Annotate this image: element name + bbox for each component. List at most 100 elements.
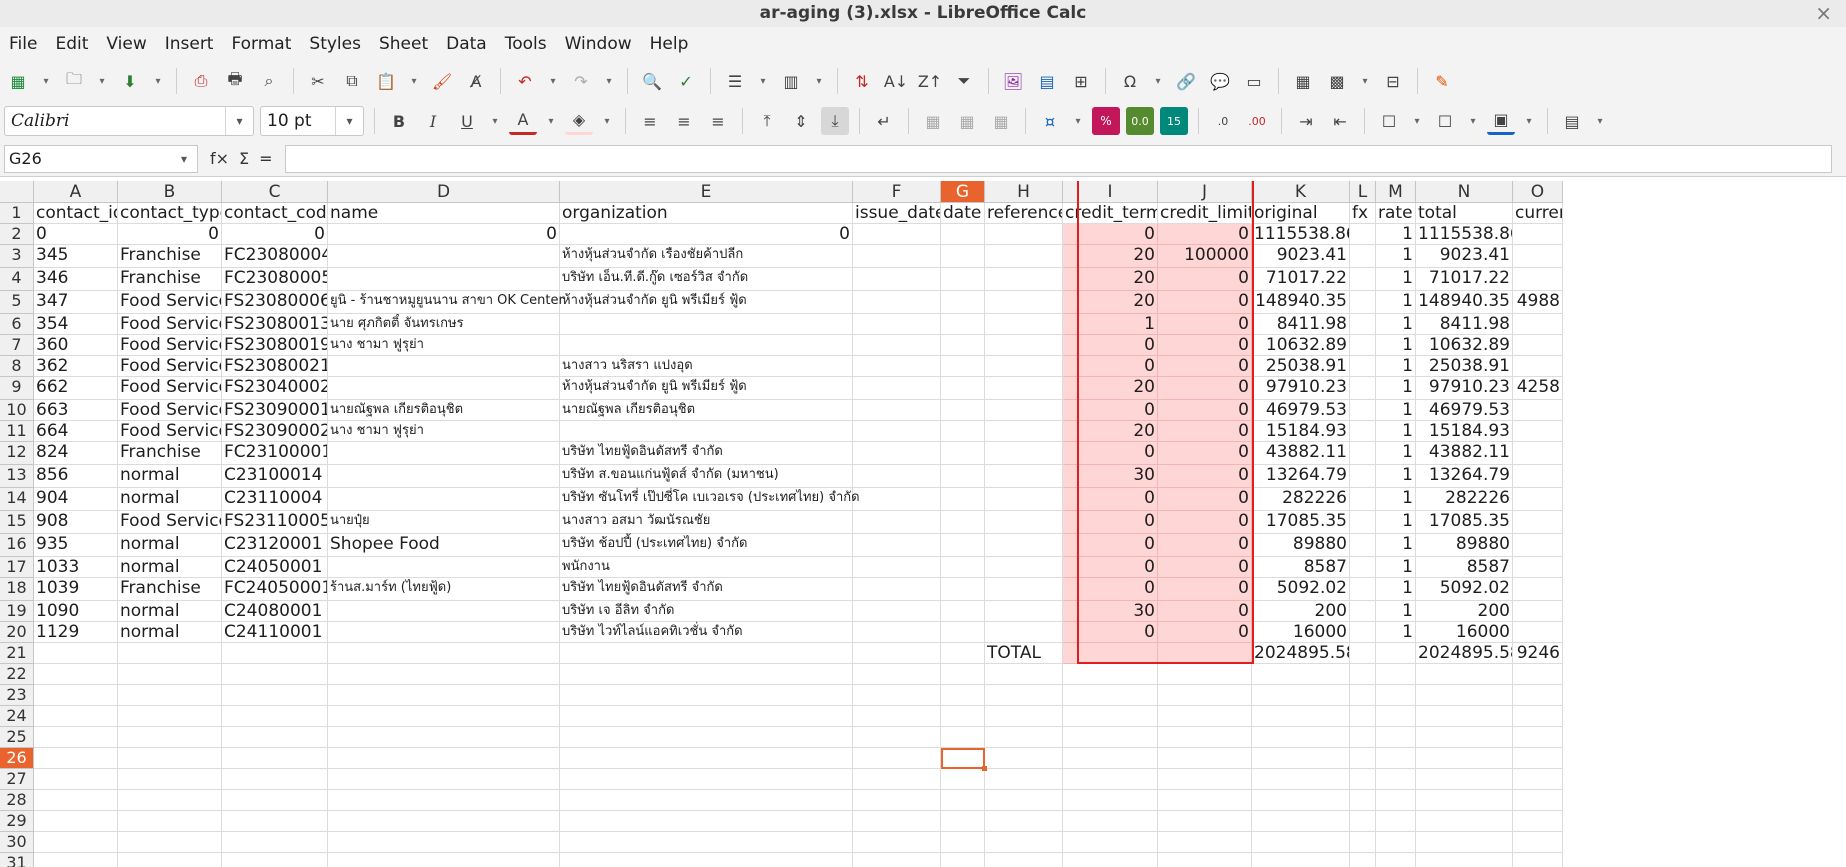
row-header[interactable]: 13 [0, 465, 34, 488]
cell-g25[interactable] [941, 727, 985, 748]
cell-c1[interactable]: contact_code [222, 203, 328, 224]
menu-edit[interactable]: Edit [46, 34, 97, 54]
cell-j4[interactable]: 0 [1158, 268, 1252, 291]
cell-n24[interactable] [1416, 706, 1513, 727]
cell-o23[interactable] [1513, 685, 1563, 706]
cell-d6[interactable]: นาย ศุภกิตติ์ จันทรเกษร [328, 314, 560, 335]
cell-o22[interactable] [1513, 664, 1563, 685]
new-document-icon[interactable]: ▦ [4, 67, 32, 95]
cell-h19[interactable] [985, 601, 1063, 622]
cell-h22[interactable] [985, 664, 1063, 685]
cell-f7[interactable] [853, 335, 941, 356]
cell-l31[interactable] [1350, 853, 1376, 867]
cell-l24[interactable] [1350, 706, 1376, 727]
column-dropdown-icon[interactable]: ▾ [811, 67, 827, 95]
paste-dropdown-icon[interactable]: ▾ [406, 67, 422, 95]
cell-m7[interactable]: 1 [1376, 335, 1416, 356]
cell-i16[interactable]: 0 [1063, 534, 1158, 557]
cell-c21[interactable] [222, 643, 328, 664]
cell-a30[interactable] [34, 832, 118, 853]
cell-i7[interactable]: 0 [1063, 335, 1158, 356]
row-header[interactable]: 8 [0, 356, 34, 377]
column-header-o[interactable]: O [1513, 181, 1563, 202]
cell-l21[interactable] [1350, 643, 1376, 664]
row-header[interactable]: 24 [0, 706, 34, 727]
row-header[interactable]: 5 [0, 291, 34, 314]
cell-l4[interactable] [1350, 268, 1376, 291]
cell-n31[interactable] [1416, 853, 1513, 867]
cell-l13[interactable] [1350, 465, 1376, 488]
font-name-combo[interactable]: Calibri ▾ [4, 106, 254, 136]
cell-e19[interactable]: บริษัท เจ อีลิท จำกัด [560, 601, 853, 622]
cell-i30[interactable] [1063, 832, 1158, 853]
cell-i13[interactable]: 30 [1063, 465, 1158, 488]
export-pdf-icon[interactable]: ⎙ [187, 67, 215, 95]
date-format-icon[interactable]: 15 [1160, 107, 1188, 135]
cell-d16[interactable]: Shopee Food [328, 534, 560, 557]
cell-b7[interactable]: Food Service [118, 335, 222, 356]
cell-c18[interactable]: FC24050001 [222, 578, 328, 601]
cell-f26[interactable] [853, 748, 941, 769]
cell-i29[interactable] [1063, 811, 1158, 832]
chevron-down-icon[interactable]: ▾ [171, 152, 197, 166]
cell-o15[interactable] [1513, 511, 1563, 534]
cell-e28[interactable] [560, 790, 853, 811]
cell-o27[interactable] [1513, 769, 1563, 790]
cell-g20[interactable] [941, 622, 985, 643]
cell-j14[interactable]: 0 [1158, 488, 1252, 511]
cell-e11[interactable] [560, 421, 853, 442]
cell-o28[interactable] [1513, 790, 1563, 811]
cell-l22[interactable] [1350, 664, 1376, 685]
cell-i19[interactable]: 30 [1063, 601, 1158, 622]
cell-n6[interactable]: 8411.98 [1416, 314, 1513, 335]
font-color-dropdown-icon[interactable]: ▾ [543, 107, 559, 135]
row-header[interactable]: 18 [0, 578, 34, 601]
cell-a7[interactable]: 360 [34, 335, 118, 356]
cell-c12[interactable]: FC23100001 [222, 442, 328, 465]
cell-o7[interactable] [1513, 335, 1563, 356]
cell-m3[interactable]: 1 [1376, 245, 1416, 268]
cell-l25[interactable] [1350, 727, 1376, 748]
cell-k21[interactable]: 2024895.58 [1252, 643, 1350, 664]
row-header[interactable]: 2 [0, 224, 34, 245]
bold-icon[interactable]: B [385, 107, 413, 135]
cell-h23[interactable] [985, 685, 1063, 706]
cell-d9[interactable] [328, 377, 560, 400]
cell-o6[interactable] [1513, 314, 1563, 335]
cell-c5[interactable]: FS23080006 [222, 291, 328, 314]
cell-j11[interactable]: 0 [1158, 421, 1252, 442]
cell-l12[interactable] [1350, 442, 1376, 465]
cell-k26[interactable] [1252, 748, 1350, 769]
cell-e10[interactable]: นายณัฐพล เกียรติอนุชิต [560, 400, 853, 421]
cell-n21[interactable]: 2024895.58 [1416, 643, 1513, 664]
cell-h30[interactable] [985, 832, 1063, 853]
cell-e17[interactable]: พนักงาน [560, 557, 853, 578]
cell-j17[interactable]: 0 [1158, 557, 1252, 578]
cell-e24[interactable] [560, 706, 853, 727]
cell-h18[interactable] [985, 578, 1063, 601]
decrease-indent-icon[interactable]: ⇤ [1326, 107, 1354, 135]
column-header-l[interactable]: L [1350, 181, 1376, 202]
cell-b23[interactable] [118, 685, 222, 706]
cell-g18[interactable] [941, 578, 985, 601]
cell-l23[interactable] [1350, 685, 1376, 706]
cell-f14[interactable] [853, 488, 941, 511]
cell-n27[interactable] [1416, 769, 1513, 790]
cell-j29[interactable] [1158, 811, 1252, 832]
cell-h17[interactable] [985, 557, 1063, 578]
cell-d5[interactable]: ยูนิ - ร้านชาหมูยูนนาน สาขา OK Center [328, 291, 564, 314]
cell-c28[interactable] [222, 790, 328, 811]
cell-f6[interactable] [853, 314, 941, 335]
cell-k7[interactable]: 10632.89 [1252, 335, 1350, 356]
cell-o12[interactable] [1513, 442, 1563, 465]
cell-c29[interactable] [222, 811, 328, 832]
cell-g21[interactable] [941, 643, 985, 664]
cell-c24[interactable] [222, 706, 328, 727]
cell-g15[interactable] [941, 511, 985, 534]
save-icon[interactable]: ⬇ [116, 67, 144, 95]
cell-o16[interactable] [1513, 534, 1563, 557]
currency-format-icon[interactable]: ¤ [1036, 107, 1064, 135]
cell-n26[interactable] [1416, 748, 1513, 769]
cell-j22[interactable] [1158, 664, 1252, 685]
conditional-format-dropdown-icon[interactable]: ▾ [1592, 107, 1608, 135]
